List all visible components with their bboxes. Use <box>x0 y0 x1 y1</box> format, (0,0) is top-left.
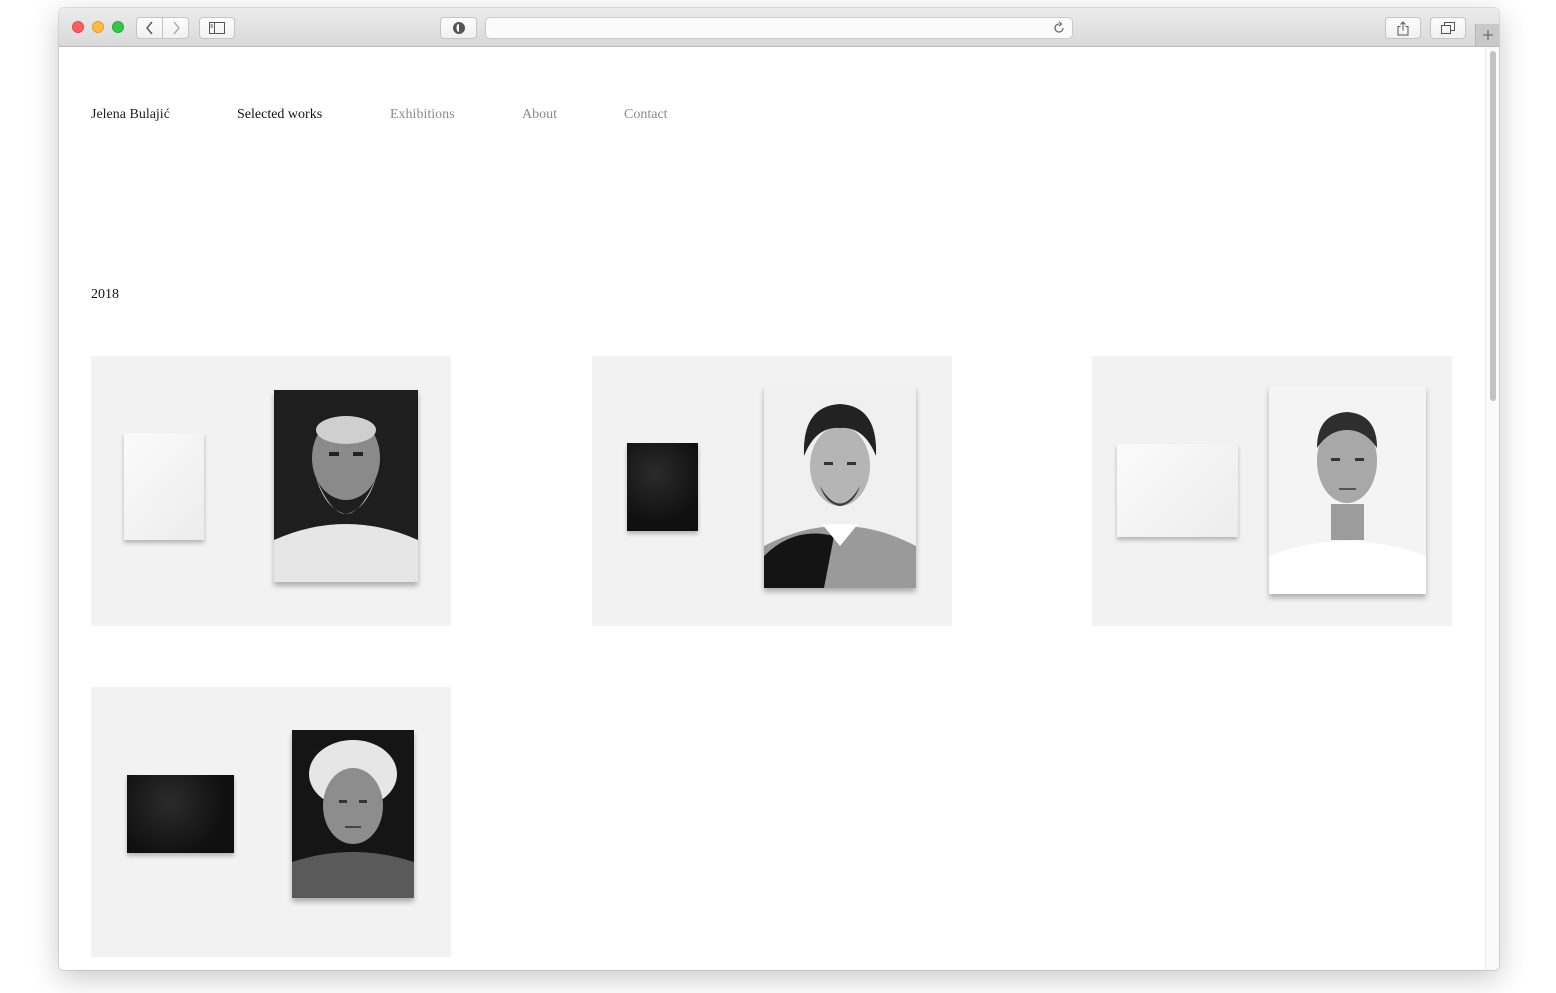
portrait-young-man-short-hair <box>1269 386 1426 594</box>
page-viewport: Jelena Bulajić Selected works Exhibition… <box>59 47 1499 970</box>
tabs-icon <box>1441 22 1455 34</box>
black-panel <box>627 443 698 531</box>
artwork-thumbnail[interactable] <box>91 356 451 626</box>
black-panel <box>127 775 234 853</box>
share-button[interactable] <box>1385 17 1421 39</box>
sidebar-icon <box>209 22 225 34</box>
portrait-young-man-long-hair <box>764 386 916 588</box>
section-year: 2018 <box>91 287 119 302</box>
tab-overview-button[interactable] <box>1430 17 1466 39</box>
nav-contact[interactable]: Contact <box>624 107 668 123</box>
nav-selected-works[interactable]: Selected works <box>237 107 322 123</box>
zoom-window-button[interactable] <box>112 21 124 33</box>
site-name-link[interactable]: Jelena Bulajić <box>91 107 170 123</box>
artwork-thumbnail[interactable] <box>592 356 952 626</box>
site-navigation: Jelena Bulajić Selected works Exhibition… <box>59 107 1459 127</box>
forward-button[interactable] <box>162 17 189 39</box>
nav-about[interactable]: About <box>522 107 557 123</box>
close-window-button[interactable] <box>72 21 84 33</box>
minimize-window-button[interactable] <box>92 21 104 33</box>
artwork-thumbnail[interactable] <box>1092 356 1452 626</box>
privacy-button[interactable] <box>440 17 477 39</box>
browser-window: Jelena Bulajić Selected works Exhibition… <box>59 8 1499 970</box>
nav-exhibitions[interactable]: Exhibitions <box>390 107 455 123</box>
back-button[interactable] <box>136 17 163 39</box>
new-tab-button[interactable] <box>1475 24 1499 46</box>
vertical-scrollbar[interactable] <box>1485 47 1499 970</box>
plus-icon <box>1482 30 1493 40</box>
portrait-elderly-woman <box>292 730 414 898</box>
white-panel <box>124 433 204 540</box>
address-bar[interactable] <box>485 17 1073 39</box>
sidebar-toggle-button[interactable] <box>199 17 235 39</box>
white-panel <box>1117 444 1238 537</box>
chevron-right-icon <box>172 21 180 35</box>
privacy-shield-icon <box>452 22 465 34</box>
portrait-elderly-man <box>274 390 418 582</box>
reload-icon[interactable] <box>1052 21 1066 35</box>
artwork-thumbnail[interactable] <box>91 687 451 957</box>
browser-toolbar <box>59 8 1499 47</box>
scrollbar-thumb[interactable] <box>1490 51 1496 401</box>
share-icon <box>1397 20 1409 35</box>
chevron-left-icon <box>145 21 153 35</box>
